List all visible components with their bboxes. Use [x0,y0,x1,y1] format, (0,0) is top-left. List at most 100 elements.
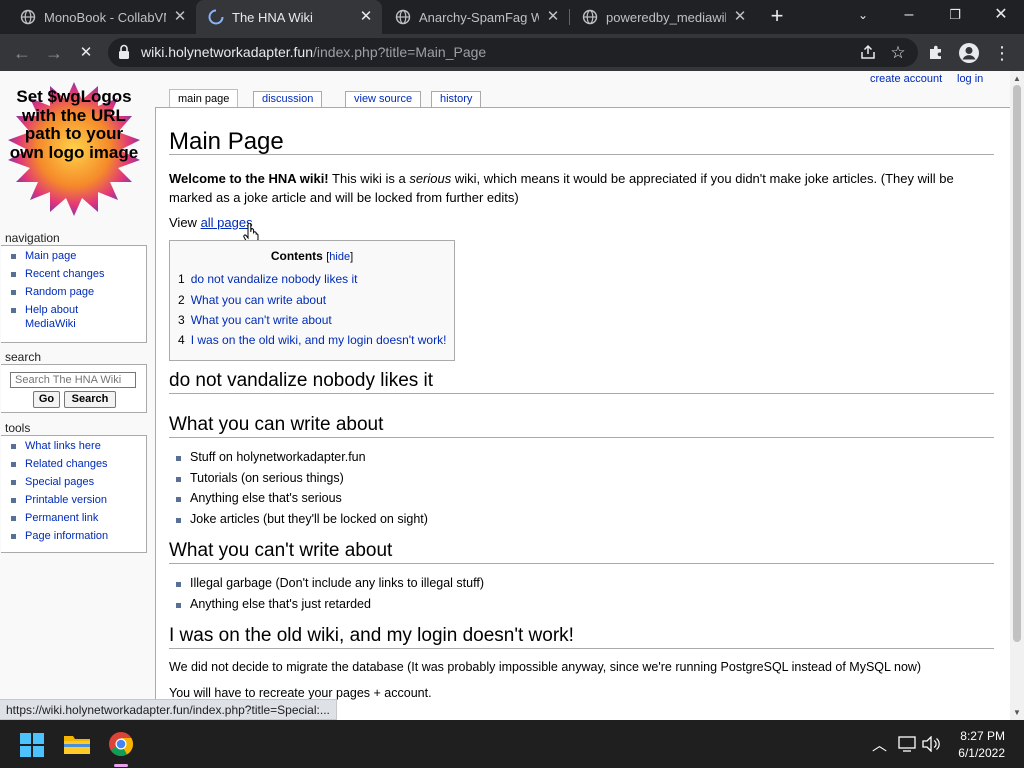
tab-main-page[interactable]: main page [169,89,239,108]
restore-button[interactable]: ❐ [932,0,978,32]
toc-text: do not vandalize nobody likes it [190,272,358,286]
page-title: Main Page [169,128,284,155]
search-input[interactable] [10,372,136,388]
toc-number: 2 [178,293,185,307]
toc-item[interactable]: 4 I was on the old wiki, and my login doe… [178,333,446,347]
toc-hide-link[interactable]: hide [329,251,350,263]
toc-number: 4 [178,333,185,347]
clock-time[interactable]: 8:27 PM [960,729,1005,743]
toc-item[interactable]: 2 What you can write about [178,293,326,307]
search-button[interactable]: Search [64,391,116,408]
nav-help-about-mediawiki[interactable]: Help about MediaWiki [11,303,111,331]
create-account-link[interactable]: create account [870,73,942,85]
close-icon[interactable]: ✕ [543,7,563,27]
nav-random-page[interactable]: Random page [11,285,142,299]
extensions-puzzle-icon[interactable] [926,43,946,63]
cant-write-list: Illegal garbage (Don't include any links… [176,576,484,617]
list-item: Illegal garbage (Don't include any links… [176,576,484,591]
nav-main-page[interactable]: Main page [11,249,142,263]
url-text[interactable]: wiki.holynetworkadapter.fun/index.php?ti… [141,44,486,60]
tab-history[interactable]: history [431,91,482,108]
tab-discussion[interactable]: discussion [253,91,323,108]
stop-loading-button[interactable]: ✕ [72,39,100,67]
tab-strip: MonoBook - CollabVM ✕ The HNA Wiki ✕ Ana… [0,0,1024,34]
tab-poweredby[interactable]: poweredby_mediawiki ✕ [570,0,756,34]
close-icon[interactable]: ✕ [170,7,190,27]
minimize-button[interactable]: – [886,0,932,32]
active-app-indicator [114,764,128,767]
toc-number: 1 [178,272,185,286]
heading-divider [169,154,994,155]
lock-icon[interactable] [118,44,130,60]
tab-view-source[interactable]: view source [345,91,422,108]
navigation-heading: navigation [5,231,60,245]
close-icon[interactable]: ✕ [730,7,750,27]
migration-paragraph: We did not decide to migrate the databas… [169,660,922,674]
page-viewport: Set $wgLogos with the URL path to your o… [0,71,1024,720]
bookmark-star-icon[interactable]: ☆ [888,43,908,63]
globe-icon [395,9,411,25]
browser-toolbar: ← → ✕ wiki.holynetworkadapter.fun/index.… [0,34,1024,71]
new-tab-button[interactable]: + [766,5,788,28]
toc-item[interactable]: 1 do not vandalize nobody likes it [178,272,357,286]
content-area: Main Page Welcome to the HNA wiki! This … [155,107,1010,720]
section-divider [169,437,994,438]
can-write-list: Stuff on holynetworkadapter.fun Tutorial… [176,450,428,532]
tools-printable-version[interactable]: Printable version [11,493,142,507]
list-item: Anything else that's just retarded [176,597,484,612]
toc-number: 3 [178,313,185,327]
back-button[interactable]: ← [8,39,36,67]
intro-paragraph: Welcome to the HNA wiki! This wiki is a … [169,169,995,207]
search-portlet: Go Search [1,364,147,413]
network-icon[interactable] [898,736,916,752]
intro-text-1: This wiki is a [328,171,410,186]
tools-related-changes[interactable]: Related changes [11,457,142,471]
profile-avatar-icon[interactable] [958,42,980,64]
tab-search-chevron-icon[interactable]: ⌄ [840,0,886,32]
volume-icon[interactable] [922,736,940,752]
log-in-link[interactable]: log in [957,73,983,85]
nav-recent-changes[interactable]: Recent changes [11,267,142,281]
chrome-menu-kebab-icon[interactable]: ⋮ [988,39,1016,67]
search-heading: search [5,350,42,364]
section-divider [169,393,994,394]
scroll-up-arrow-icon[interactable]: ▲ [1013,74,1021,83]
link-status-bubble: https://wiki.holynetworkadapter.fun/inde… [0,699,337,720]
scroll-thumb[interactable] [1013,85,1021,642]
page-scrollbar[interactable]: ▲ ▼ [1010,71,1024,720]
toc-item[interactable]: 3 What you can't write about [178,313,332,327]
tab-title: Anarchy-SpamFag Wiki [419,9,539,25]
section-divider [169,563,994,564]
tools-special-pages[interactable]: Special pages [11,475,142,489]
url-host: wiki.holynetworkadapter.fun [141,44,313,60]
scroll-down-arrow-icon[interactable]: ▼ [1013,708,1021,717]
loading-spinner-icon [208,9,224,25]
view-prefix: View [169,215,201,230]
tab-hna-wiki[interactable]: The HNA Wiki ✕ [196,0,382,34]
tools-portlet: What links here Related changes Special … [1,435,147,553]
list-item: Stuff on holynetworkadapter.fun [176,450,428,465]
share-icon[interactable] [858,43,878,63]
tools-what-links-here[interactable]: What links here [11,439,142,453]
tab-monobook[interactable]: MonoBook - CollabVM ✕ [0,0,196,34]
tools-page-information[interactable]: Page information [11,529,142,543]
tray-overflow-chevron-icon[interactable]: ︿ [872,734,887,755]
forward-button[interactable]: → [40,39,68,67]
toc-heading: Contents [270,249,323,263]
logo-text: Set $wgLogos with the URL path to your o… [9,87,139,162]
tools-permanent-link[interactable]: Permanent link [11,511,142,525]
navigation-portlet: Main page Recent changes Random page Hel… [1,245,147,343]
toc-text: I was on the old wiki, and my login does… [190,333,447,347]
tab-title: poweredby_mediawiki [606,9,726,25]
chrome-browser-icon[interactable] [108,731,134,757]
windows-start-icon[interactable] [20,733,44,757]
close-icon[interactable]: ✕ [356,7,376,27]
address-bar[interactable]: wiki.holynetworkadapter.fun/index.php?ti… [108,38,918,67]
section-heading: do not vandalize nobody likes it [169,370,434,391]
tab-anarchy-wiki[interactable]: Anarchy-SpamFag Wiki ✕ [383,0,569,34]
clock-date[interactable]: 6/1/2022 [958,746,1005,760]
go-button[interactable]: Go [33,391,60,408]
file-explorer-folder-icon[interactable] [63,732,91,756]
close-window-button[interactable]: ✕ [978,0,1024,32]
section-heading: What you can't write about [169,540,393,561]
